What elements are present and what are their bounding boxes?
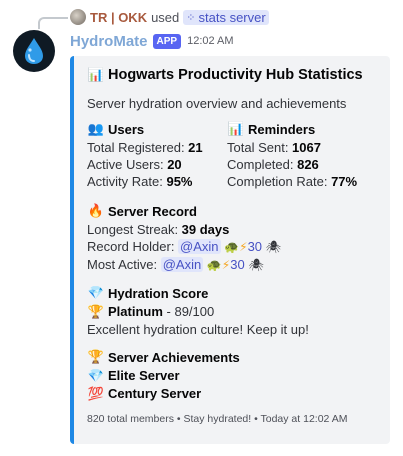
turtle-icon: 🐢 <box>224 240 240 254</box>
most-active-level: 30 <box>230 257 245 272</box>
achievements-field-title: Server Achievements <box>108 350 240 365</box>
achievement-century: 💯 Century Server <box>87 386 202 402</box>
users-icon: 👥 <box>87 122 105 137</box>
command-mention[interactable]: ⁘ stats server <box>183 9 269 25</box>
score-field: 💎 Hydration Score 🏆 Platinum - 89/100 Exc… <box>87 286 309 338</box>
embed-title-text: Hogwarts Productivity Hub Statistics <box>108 67 363 83</box>
embed-description: Server hydration overview and achievemen… <box>87 96 347 111</box>
trophy-icon: 🏆 <box>87 350 105 365</box>
water-drop-icon <box>25 38 43 64</box>
slash-command-icon: ⁘ <box>186 11 196 24</box>
score-message: Excellent hydration culture! Keep it up! <box>87 322 309 337</box>
record-holder: Record Holder: @Axin 🐢⚡30 🕷 <box>87 239 281 254</box>
users-field: 👥 Users Total Registered: 21 Active User… <box>87 122 203 190</box>
most-active: Most Active: @Axin 🐢⚡30 🕷 <box>87 257 264 272</box>
turtle-icon: 🐢 <box>206 258 222 272</box>
app-badge: APP <box>152 33 182 49</box>
most-active-mention[interactable]: @Axin <box>160 257 204 272</box>
reply-user-avatar[interactable] <box>70 9 86 25</box>
reply-username[interactable]: TR | OKK <box>90 10 147 25</box>
spider-icon: 🕷 <box>248 258 264 272</box>
reminders-field: 📊 Reminders Total Sent: 1067 Completed: … <box>227 122 357 190</box>
reply-reference[interactable]: TR | OKK used ⁘ stats server <box>70 8 269 26</box>
reminders-field-title: Reminders <box>248 122 316 137</box>
record-field-title: Server Record <box>108 204 197 219</box>
reply-used-text: used <box>151 9 180 25</box>
lightning-icon: ⚡ <box>239 240 248 254</box>
users-row-active: Active Users: 20 <box>87 157 182 172</box>
achievements-field: 🏆 Server Achievements 💎 Elite Server 💯 Cen… <box>87 350 240 403</box>
gem-icon: 💎 <box>87 286 105 301</box>
reminders-row-completed: Completed: 826 <box>227 157 319 172</box>
users-row-total: Total Registered: 21 <box>87 140 203 155</box>
users-row-rate: Activity Rate: 95% <box>87 174 193 189</box>
score-tier: 🏆 Platinum - 89/100 <box>87 304 215 320</box>
record-streak: Longest Streak: 39 days <box>87 222 230 237</box>
spider-icon: 🕷 <box>265 240 281 254</box>
hundred-icon: 💯 <box>87 387 105 402</box>
chart-icon: 📊 <box>227 122 245 137</box>
embed-footer: 820 total members • Stay hydrated! • Tod… <box>87 413 348 425</box>
lightning-icon: ⚡ <box>221 258 231 272</box>
bot-avatar[interactable] <box>13 30 55 72</box>
embed-title: 📊 Hogwarts Productivity Hub Statistics <box>87 67 363 83</box>
reply-connector <box>38 17 68 29</box>
stats-embed: 📊 Hogwarts Productivity Hub Statistics S… <box>70 56 390 444</box>
reminders-row-rate: Completion Rate: 77% <box>227 174 358 189</box>
trophy-icon: 🏆 <box>87 305 105 320</box>
message-timestamp[interactable]: 12:02 AM <box>187 35 233 47</box>
record-field: 🔥 Server Record Longest Streak: 39 days … <box>87 204 281 274</box>
bot-name[interactable]: HydroMate <box>70 33 148 50</box>
record-holder-level: 30 <box>247 239 263 254</box>
bar-chart-icon: 📊 <box>87 67 105 83</box>
command-name: stats server <box>198 9 266 25</box>
gem-icon: 💎 <box>87 369 105 384</box>
fire-icon: 🔥 <box>87 204 105 219</box>
reminders-row-sent: Total Sent: 1067 <box>227 140 321 155</box>
score-field-title: Hydration Score <box>108 286 209 301</box>
message-header: HydroMate APP 12:02 AM <box>70 31 234 51</box>
record-holder-mention[interactable]: @Axin <box>178 239 221 254</box>
achievement-elite: 💎 Elite Server <box>87 368 180 384</box>
users-field-title: Users <box>108 122 145 137</box>
